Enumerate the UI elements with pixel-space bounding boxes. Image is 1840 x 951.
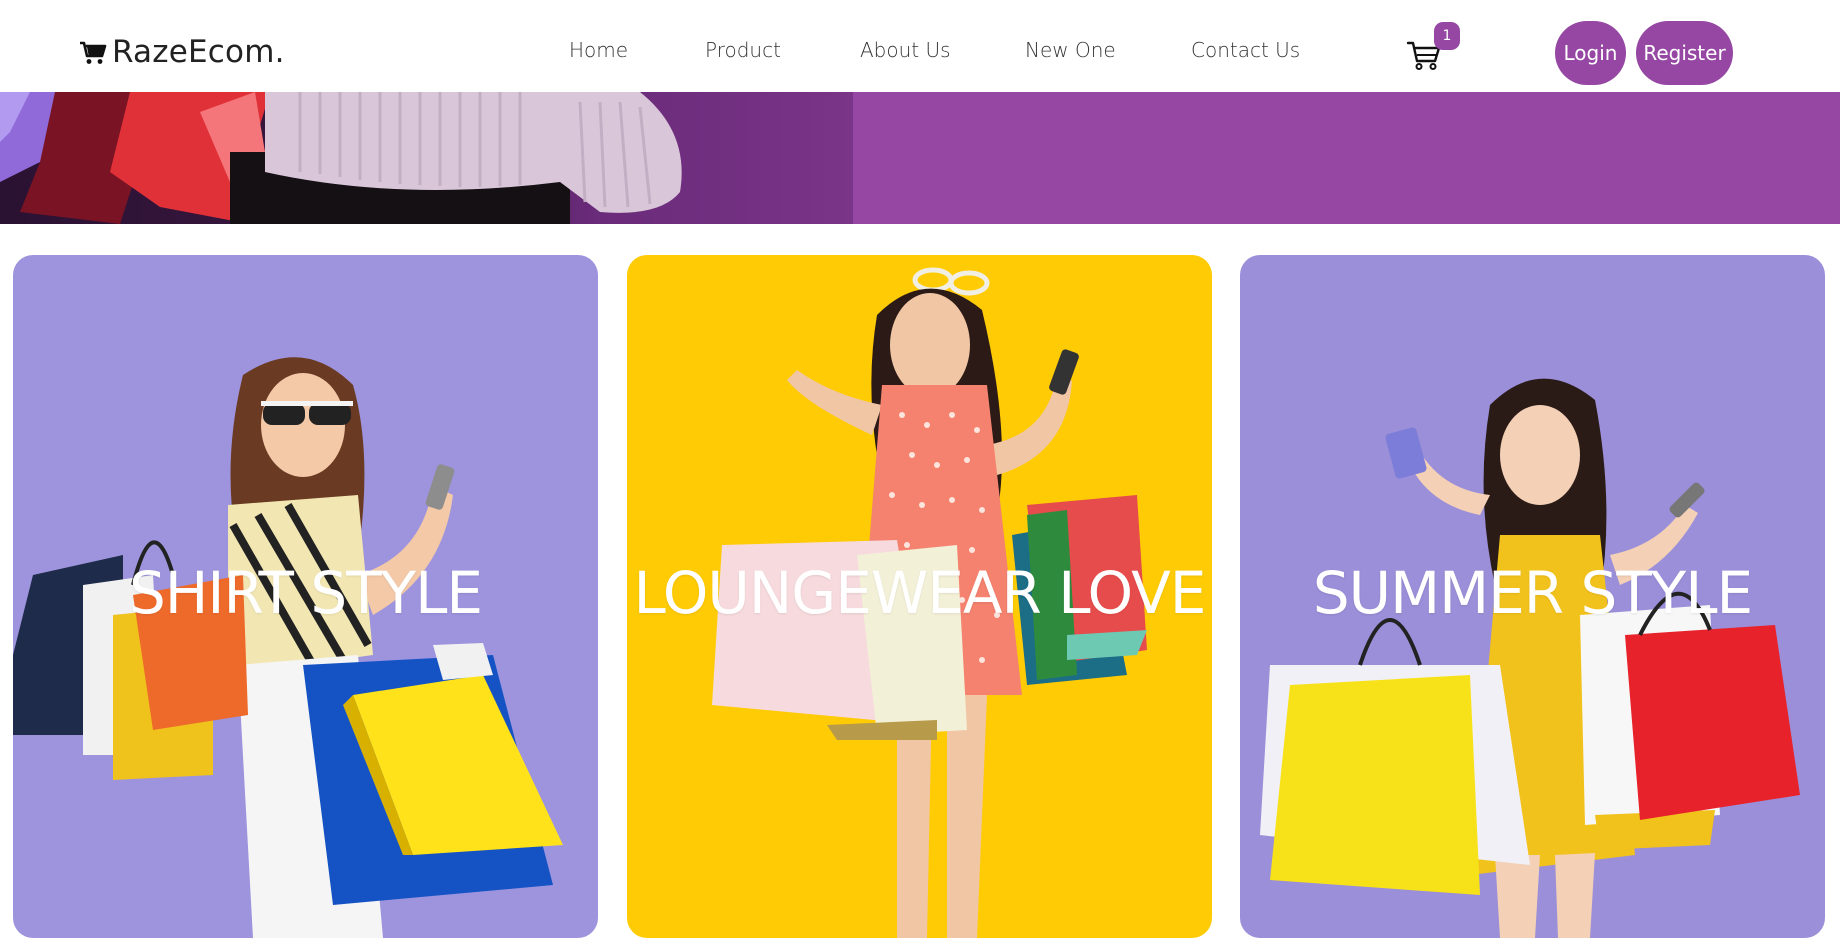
site-header: RazeEcom. Home Product About Us New One … <box>0 0 1840 92</box>
nav-new-one[interactable]: New One <box>1025 38 1116 62</box>
cart-icon <box>80 41 107 64</box>
register-button[interactable]: Register <box>1636 21 1733 85</box>
category-title: SUMMER STYLE <box>1312 559 1753 627</box>
category-title: SHIRT STYLE <box>128 559 483 627</box>
cart-button[interactable]: 1 <box>1406 22 1460 72</box>
cart-count-badge: 1 <box>1434 22 1460 50</box>
category-card-shirt-style[interactable]: SHIRT STYLE <box>13 255 598 938</box>
nav-product[interactable]: Product <box>705 38 781 62</box>
brand-logo[interactable]: RazeEcom. <box>78 30 285 74</box>
nav-home[interactable]: Home <box>569 38 628 62</box>
login-button[interactable]: Login <box>1555 21 1626 85</box>
hero-shopping-bags-image <box>0 92 682 224</box>
hero-color-panel <box>853 92 1840 224</box>
category-title: LOUNGEWEAR LOVE <box>633 559 1207 627</box>
category-card-loungewear-love[interactable]: LOUNGEWEAR LOVE <box>627 255 1212 938</box>
hero-image <box>0 92 853 224</box>
hero-banner <box>0 92 1840 224</box>
category-card-summer-style[interactable]: SUMMER STYLE <box>1240 255 1825 938</box>
nav-contact-us[interactable]: Contact Us <box>1191 38 1300 62</box>
nav-about-us[interactable]: About Us <box>860 38 951 62</box>
brand-name: RazeEcom. <box>112 34 285 70</box>
